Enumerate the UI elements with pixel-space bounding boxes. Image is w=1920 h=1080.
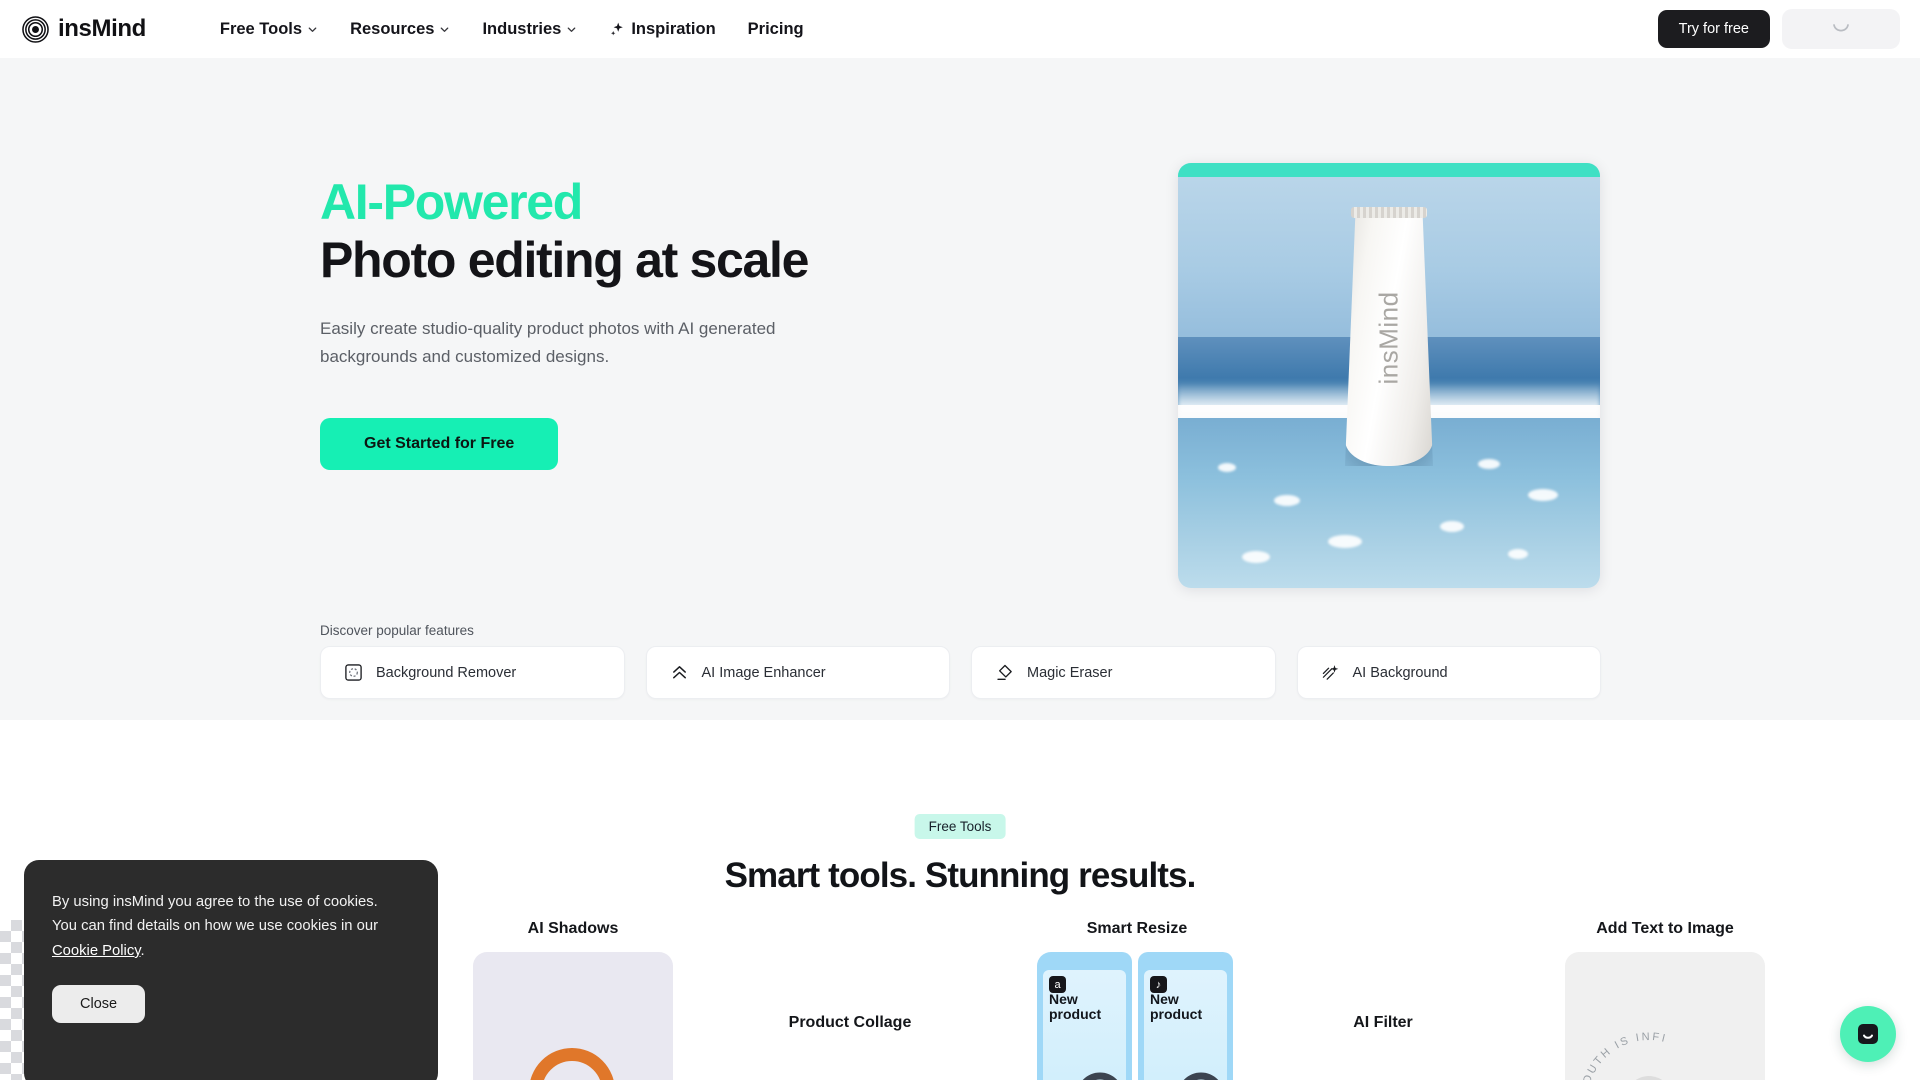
cookie-line-1: By using insMind you agree to the use of… (52, 894, 378, 910)
resize-mini-line1: New (1049, 991, 1078, 1007)
tool-thumb-add-text-to-image: YOUTH IS INFI (1565, 952, 1765, 1080)
chat-smiley-icon (1858, 1024, 1878, 1044)
try-for-free-button[interactable]: Try for free (1657, 10, 1770, 48)
product-tube-cap (1351, 207, 1427, 218)
sparkle-icon (611, 22, 624, 36)
headphones-icon (1082, 1072, 1118, 1080)
nav-label-inspiration: Inspiration (631, 19, 716, 38)
site-header: insMind Free Tools Resources Industries (0, 0, 1920, 58)
water-sparkle (1328, 535, 1362, 548)
nav-label-resources: Resources (350, 19, 435, 38)
circular-text: YOUTH IS INFI (1578, 1031, 1666, 1080)
nav-item-inspiration[interactable]: Inspiration (593, 12, 731, 47)
feature-card-background-remover[interactable]: Background Remover (320, 646, 625, 699)
tool-label: Product Collage (788, 1014, 912, 1031)
water-sparkle (1508, 549, 1528, 559)
tool-card-ai-filter[interactable]: AI Filter (1293, 1014, 1473, 1032)
water-sparkle (1274, 495, 1300, 506)
free-tools-pill: Free Tools (914, 814, 1006, 839)
hero-title-main: Photo editing at scale (320, 232, 809, 288)
resize-mini-card-tiktok: ♪ New product (1138, 952, 1233, 1080)
resize-mini-inner: a New product (1043, 970, 1126, 1080)
headphones-icon (1183, 1072, 1219, 1080)
tool-label: AI Shadows (527, 920, 619, 937)
feature-card-ai-image-enhancer[interactable]: AI Image Enhancer (645, 646, 950, 699)
nav-label-pricing: Pricing (747, 19, 804, 38)
loading-spinner-icon (1833, 24, 1849, 32)
water-sparkle (1218, 463, 1236, 472)
water-sparkle (1478, 459, 1500, 469)
nav-item-free-tools[interactable]: Free Tools (204, 12, 334, 47)
feature-label: AI Image Enhancer (701, 664, 826, 681)
circular-text-icon: YOUTH IS INFI (1578, 1031, 1668, 1080)
feature-label: Magic Eraser (1027, 664, 1113, 681)
hero-subtitle: Easily create studio-quality product pho… (320, 319, 776, 366)
cookie-text: By using insMind you agree to the use of… (52, 890, 410, 963)
chevron-down-icon (567, 26, 576, 32)
thumb-object-ring (529, 1048, 615, 1080)
hero-image-top-bar (1178, 163, 1600, 177)
water-sparkle (1242, 551, 1270, 563)
chevron-down-icon (308, 26, 317, 32)
resize-mini-line1: New (1150, 991, 1179, 1007)
resize-mini-inner: ♪ New product (1144, 970, 1227, 1080)
hero-section: AI-Powered Photo editing at scale Easily… (0, 58, 1920, 720)
hero-copy: AI-Powered Photo editing at scale Easily… (320, 173, 940, 471)
tool-card-product-collage[interactable]: Product Collage (750, 1014, 950, 1032)
nav-item-pricing[interactable]: Pricing (732, 12, 820, 47)
brand-logo[interactable]: insMind (22, 15, 146, 43)
brand-name: insMind (58, 15, 146, 42)
header-actions: Try for free (1657, 9, 1900, 49)
resize-mini-text: New product (1150, 992, 1223, 1021)
cookie-line-2: You can find details on how we use cooki… (52, 918, 379, 935)
water-sparkle (1440, 521, 1464, 532)
resize-mini-line2: product (1150, 1005, 1203, 1022)
feature-card-ai-background[interactable]: AI Background (1296, 646, 1601, 699)
water-sparkle (1528, 489, 1558, 501)
insmind-concentric-logo-icon (22, 15, 49, 43)
nav-item-industries[interactable]: Industries (466, 12, 593, 47)
tool-label: Add Text to Image (1596, 920, 1734, 937)
primary-nav: Free Tools Resources Industries Inspirat… (204, 12, 820, 47)
hero-product-image: insMind (1178, 163, 1600, 588)
discover-features-row: Background Remover AI Image Enhancer Mag… (320, 646, 1601, 699)
tool-card-smart-resize[interactable]: Smart Resize a New product ♪ New product (1037, 920, 1237, 1080)
feature-card-magic-eraser[interactable]: Magic Eraser (971, 646, 1276, 699)
nav-label-industries: Industries (482, 19, 562, 38)
tool-thumb-smart-resize: a New product ♪ New product (1037, 952, 1237, 1080)
tool-card-ai-shadows[interactable]: AI Shadows (473, 920, 673, 1080)
resize-mini-card-amazon: a New product (1037, 952, 1132, 1080)
resize-mini-text: New product (1049, 992, 1122, 1021)
cookie-policy-link[interactable]: Cookie Policy (52, 943, 141, 959)
chat-widget-button[interactable] (1840, 1006, 1896, 1062)
cookie-period: . (140, 942, 145, 959)
tool-thumb-ai-shadows (473, 952, 673, 1080)
tool-label: Smart Resize (1086, 920, 1188, 937)
cookie-line-3: Cookie Policy. (52, 939, 410, 963)
chevrons-up-icon (672, 666, 686, 679)
feature-label: Background Remover (376, 664, 517, 681)
nav-label-free-tools: Free Tools (219, 19, 303, 38)
cookie-close-button[interactable]: Close (52, 985, 146, 1024)
resize-mini-line2: product (1049, 1005, 1102, 1022)
hero-title-accent: AI-Powered (320, 174, 583, 230)
free-tools-heading: Smart tools. Stunning results. (724, 856, 1197, 895)
account-menu[interactable] (1782, 9, 1900, 49)
discover-features-label: Discover popular features (320, 623, 474, 638)
cookie-consent-banner: By using insMind you agree to the use of… (24, 860, 438, 1080)
page-root: insMind Free Tools Resources Industries (0, 0, 1920, 1080)
eraser-icon (997, 664, 1012, 681)
background-remover-icon (345, 664, 362, 681)
ai-background-icon (1322, 665, 1338, 680)
hero-scene: insMind (1178, 163, 1600, 588)
get-started-button[interactable]: Get Started for Free (320, 418, 559, 471)
feature-label: AI Background (1352, 664, 1448, 681)
tool-label: AI Filter (1353, 1014, 1413, 1031)
nav-item-resources[interactable]: Resources (334, 12, 466, 47)
svg-text:YOUTH IS INFI: YOUTH IS INFI (1578, 1031, 1668, 1080)
tool-card-add-text-to-image[interactable]: Add Text to Image YOUTH IS INFI (1565, 920, 1765, 1080)
chevron-down-icon (441, 26, 449, 32)
product-tube-label: insMind (1373, 291, 1404, 385)
